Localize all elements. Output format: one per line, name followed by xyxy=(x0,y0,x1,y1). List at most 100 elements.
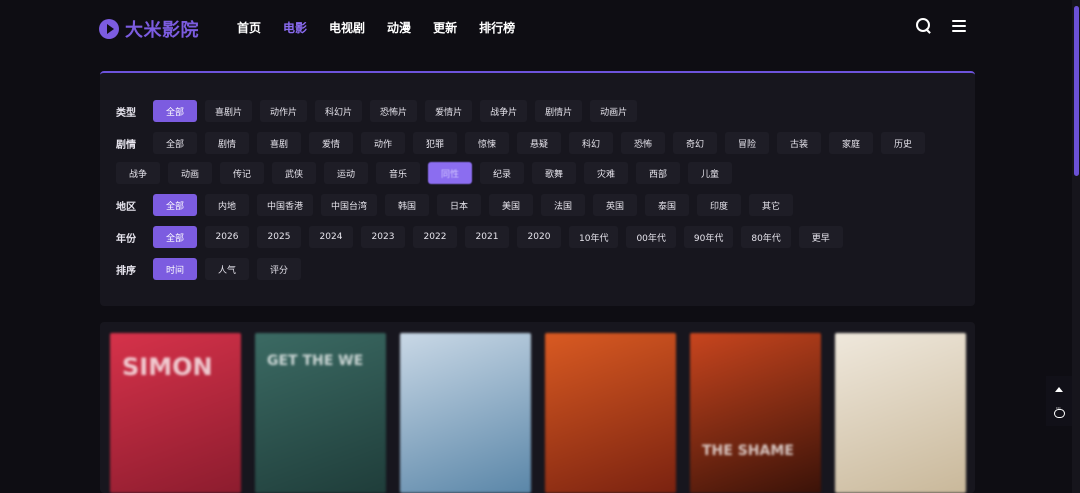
filter-chip[interactable]: 爱情 xyxy=(309,132,353,154)
filter-chip[interactable]: 喜剧 xyxy=(257,132,301,154)
menu-icon[interactable] xyxy=(952,20,966,32)
filter-chip[interactable]: 家庭 xyxy=(829,132,873,154)
filter-chip[interactable]: 纪录 xyxy=(480,162,524,184)
filter-chip[interactable]: 评分 xyxy=(257,258,301,280)
filter-chip[interactable]: 恐怖 xyxy=(621,132,665,154)
filter-chip[interactable]: 历史 xyxy=(881,132,925,154)
filter-chip[interactable]: 韩国 xyxy=(385,194,430,216)
filter-chip[interactable]: 动画片 xyxy=(590,100,638,122)
filter-chip[interactable]: 泰国 xyxy=(645,194,690,216)
filter-chip[interactable]: 法国 xyxy=(541,194,586,216)
search-icon[interactable] xyxy=(916,18,932,34)
filter-row-sort: 排序 时间 人气 评分 xyxy=(116,258,301,280)
filter-chip[interactable]: 灾难 xyxy=(584,162,628,184)
filter-label: 年份 xyxy=(116,233,136,245)
movie-poster[interactable]: GET THE WE xyxy=(255,333,386,493)
page-scrollbar[interactable] xyxy=(1072,0,1080,493)
filter-chip[interactable]: 内地 xyxy=(205,194,249,216)
filter-chip[interactable]: 传记 xyxy=(220,162,264,184)
back-to-top-button[interactable] xyxy=(1046,376,1072,402)
filter-chip[interactable]: 2024 xyxy=(309,226,353,248)
filter-label: 地区 xyxy=(116,201,136,213)
filter-chip[interactable]: 音乐 xyxy=(376,162,420,184)
filter-chip[interactable]: 动作片 xyxy=(260,100,308,122)
filter-chip[interactable]: 90年代 xyxy=(683,226,734,248)
filter-chip[interactable]: 动画 xyxy=(168,162,212,184)
filter-chip[interactable]: 2025 xyxy=(257,226,301,248)
filter-label: 剧情 xyxy=(116,139,136,151)
filter-label: 类型 xyxy=(116,107,136,119)
nav-item[interactable]: 电影 xyxy=(283,19,307,36)
filter-chip[interactable]: 剧情 xyxy=(205,132,249,154)
filter-row-plot-2: 战争 动画 传记 武侠 运动 音乐 同性 纪录 歌舞 灾难 西部 儿童 xyxy=(116,162,732,184)
filter-chip[interactable]: 人气 xyxy=(205,258,249,280)
filter-chip[interactable]: 科幻片 xyxy=(315,100,363,122)
logo[interactable]: 大米影院 xyxy=(99,16,199,42)
filter-chip[interactable]: 2020 xyxy=(517,226,561,248)
filter-chip[interactable]: 悬疑 xyxy=(517,132,561,154)
filter-chip[interactable]: 2026 xyxy=(205,226,249,248)
filter-chip[interactable]: 其它 xyxy=(749,194,794,216)
movie-grid: SIMON GET THE WE THE SHAME xyxy=(100,322,975,493)
filter-chip[interactable]: 全部 xyxy=(153,226,197,248)
filter-chip[interactable]: 英国 xyxy=(593,194,638,216)
nav-item[interactable]: 动漫 xyxy=(387,19,411,36)
poster-title: THE SHAME xyxy=(702,443,794,459)
nav-item[interactable]: 首页 xyxy=(237,19,261,36)
filter-chip[interactable]: 武侠 xyxy=(272,162,316,184)
filter-chip[interactable]: 全部 xyxy=(153,100,197,122)
filter-chip[interactable]: 印度 xyxy=(697,194,742,216)
up-arrow-icon xyxy=(1055,386,1063,392)
movie-poster[interactable] xyxy=(545,333,676,493)
filter-chip[interactable]: 西部 xyxy=(636,162,680,184)
filter-chip[interactable]: 同性 xyxy=(428,162,472,184)
filter-chip[interactable]: 时间 xyxy=(153,258,197,280)
movie-poster[interactable] xyxy=(400,333,531,493)
filter-chip[interactable]: 80年代 xyxy=(741,226,791,248)
filter-panel: 类型 全部 喜剧片 动作片 科幻片 恐怖片 爱情片 战争片 剧情片 动画片 剧情 全部 剧情 喜剧爱… xyxy=(100,71,975,306)
filter-chip[interactable]: 儿童 xyxy=(688,162,732,184)
movie-poster[interactable] xyxy=(835,333,966,493)
nav-item[interactable]: 排行榜 xyxy=(479,19,515,36)
filter-chip[interactable]: 美国 xyxy=(489,194,534,216)
filter-row-year: 年份 全部 2026 2025 2024 2023 2022 2021 2020 10年代 00年… xyxy=(116,226,843,248)
filter-chip[interactable]: 全部 xyxy=(153,194,197,216)
filter-chip[interactable]: 古装 xyxy=(777,132,821,154)
filter-chip[interactable]: 中国台湾 xyxy=(321,194,378,216)
nav-item[interactable]: 更新 xyxy=(433,19,457,36)
filter-chip[interactable]: 惊悚 xyxy=(465,132,509,154)
movie-poster[interactable]: THE SHAME xyxy=(690,333,821,493)
filter-chip[interactable]: 歌舞 xyxy=(532,162,576,184)
header-actions xyxy=(916,18,966,34)
filter-chip[interactable]: 10年代 xyxy=(569,226,619,248)
filter-chip[interactable]: 运动 xyxy=(324,162,368,184)
filter-chip[interactable]: 战争片 xyxy=(480,100,528,122)
filter-row-region: 地区 全部 内地 中国香港 中国台湾 韩国 日本 美国 法国 英国 泰国 印度 其它 xyxy=(116,194,794,216)
chat-icon xyxy=(1053,404,1065,418)
feedback-button[interactable] xyxy=(1046,400,1072,426)
filter-chip[interactable]: 更早 xyxy=(798,226,843,248)
filter-chip[interactable]: 冒险 xyxy=(725,132,769,154)
filter-chip[interactable]: 恐怖片 xyxy=(370,100,418,122)
filter-label: 排序 xyxy=(116,265,136,277)
filter-chip[interactable]: 喜剧片 xyxy=(205,100,253,122)
filter-chip[interactable]: 科幻 xyxy=(569,132,613,154)
filter-chip[interactable]: 犯罪 xyxy=(413,132,457,154)
filter-chip[interactable]: 奇幻 xyxy=(673,132,717,154)
nav-item[interactable]: 电视剧 xyxy=(329,19,365,36)
filter-chip[interactable]: 2023 xyxy=(361,226,405,248)
filter-chip[interactable]: 动作 xyxy=(361,132,405,154)
scrollbar-thumb[interactable] xyxy=(1074,6,1079,176)
filter-chip[interactable]: 日本 xyxy=(437,194,482,216)
filter-chip[interactable]: 00年代 xyxy=(626,226,676,248)
filter-chip[interactable]: 剧情片 xyxy=(535,100,583,122)
filter-chip[interactable]: 爱情片 xyxy=(425,100,473,122)
filter-chip[interactable]: 中国香港 xyxy=(257,194,314,216)
movie-poster[interactable]: SIMON xyxy=(110,333,241,493)
main-nav: 首页 电影 电视剧 动漫 更新 排行榜 xyxy=(237,19,537,36)
filter-chip[interactable]: 全部 xyxy=(153,132,197,154)
filter-chip[interactable]: 2022 xyxy=(413,226,457,248)
filter-chip[interactable]: 2021 xyxy=(465,226,509,248)
filter-chip[interactable]: 战争 xyxy=(116,162,160,184)
brand-name: 大米影院 xyxy=(125,20,199,41)
